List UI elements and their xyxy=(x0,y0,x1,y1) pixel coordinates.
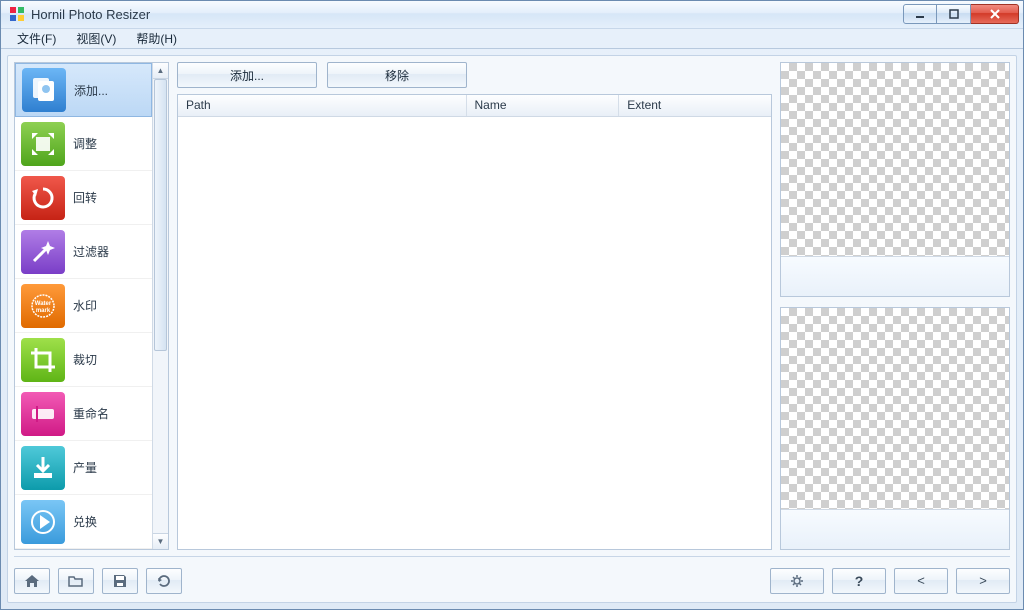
bottom-toolbar: ? < > xyxy=(14,556,1010,596)
scroll-thumb[interactable] xyxy=(154,79,167,351)
sidebar-item-label: 重命名 xyxy=(73,405,109,422)
rename-icon xyxy=(21,392,65,436)
window-title: Hornil Photo Resizer xyxy=(31,7,150,22)
minimize-icon xyxy=(915,9,925,19)
folder-open-icon xyxy=(68,574,84,588)
add-icon xyxy=(22,68,66,112)
sidebar-item-label: 过滤器 xyxy=(73,243,109,260)
sidebar-item-label: 裁切 xyxy=(73,351,97,368)
sidebar: 添加... 调整 回转 xyxy=(14,62,169,550)
next-button[interactable]: > xyxy=(956,568,1010,594)
list-header: Path Name Extent xyxy=(178,95,771,117)
filter-icon xyxy=(21,230,65,274)
preview-column xyxy=(780,62,1010,550)
menubar: 文件(F) 视图(V) 帮助(H) xyxy=(1,29,1023,49)
save-icon xyxy=(113,574,127,588)
list-body[interactable] xyxy=(178,117,771,549)
help-button[interactable]: ? xyxy=(832,568,886,594)
sidebar-scrollbar[interactable]: ▲ ▼ xyxy=(152,63,168,549)
preview-result-canvas xyxy=(781,308,1009,509)
refresh-icon xyxy=(156,574,172,588)
menu-help[interactable]: 帮助(H) xyxy=(126,29,187,48)
resize-icon xyxy=(21,122,65,166)
gear-icon xyxy=(789,574,805,588)
home-icon xyxy=(24,574,40,588)
sidebar-item-label: 水印 xyxy=(73,297,97,314)
preview-original-info xyxy=(781,256,1009,296)
file-list[interactable]: Path Name Extent xyxy=(177,94,772,550)
maximize-icon xyxy=(949,9,959,19)
app-window: Hornil Photo Resizer 文件(F) 视图(V) 帮助(H) xyxy=(0,0,1024,610)
rotate-icon xyxy=(21,176,65,220)
titlebar[interactable]: Hornil Photo Resizer xyxy=(1,1,1023,29)
column-name[interactable]: Name xyxy=(467,95,620,116)
convert-icon xyxy=(21,500,65,544)
sidebar-item-label: 产量 xyxy=(73,459,97,476)
sidebar-item-label: 兑换 xyxy=(73,513,97,530)
column-extent[interactable]: Extent xyxy=(619,95,771,116)
menu-file[interactable]: 文件(F) xyxy=(7,29,66,48)
crop-icon xyxy=(21,338,65,382)
home-button[interactable] xyxy=(14,568,50,594)
preview-result-info xyxy=(781,509,1009,549)
open-button[interactable] xyxy=(58,568,94,594)
scroll-down-button[interactable]: ▼ xyxy=(153,533,168,549)
scroll-track[interactable] xyxy=(153,79,168,533)
sidebar-list[interactable]: 添加... 调整 回转 xyxy=(15,63,152,549)
scroll-up-button[interactable]: ▲ xyxy=(153,63,168,79)
svg-text:mark: mark xyxy=(36,308,51,314)
sidebar-item-label: 调整 xyxy=(73,135,97,152)
svg-text:Water: Water xyxy=(35,301,52,307)
add-button[interactable]: 添加... xyxy=(177,62,317,88)
refresh-button[interactable] xyxy=(146,568,182,594)
sidebar-item-label: 回转 xyxy=(73,189,97,206)
prev-button[interactable]: < xyxy=(894,568,948,594)
preview-result xyxy=(780,307,1010,550)
preview-original xyxy=(780,62,1010,297)
sidebar-item-rename[interactable]: 重命名 xyxy=(15,387,152,441)
preview-original-canvas xyxy=(781,63,1009,256)
settings-button[interactable] xyxy=(770,568,824,594)
sidebar-item-rotate[interactable]: 回转 xyxy=(15,171,152,225)
sidebar-item-label: 添加... xyxy=(74,82,108,99)
client-area: 添加... 调整 回转 xyxy=(7,55,1017,603)
sidebar-item-filter[interactable]: 过滤器 xyxy=(15,225,152,279)
maximize-button[interactable] xyxy=(937,4,971,24)
watermark-icon: Watermark xyxy=(21,284,65,328)
app-icon xyxy=(9,6,25,22)
output-icon xyxy=(21,446,65,490)
sidebar-item-convert[interactable]: 兑换 xyxy=(15,495,152,549)
main-row: 添加... 调整 回转 xyxy=(14,62,1010,550)
sidebar-item-resize[interactable]: 调整 xyxy=(15,117,152,171)
menu-view[interactable]: 视图(V) xyxy=(66,29,126,48)
middle-panel: 添加... 移除 Path Name Extent xyxy=(177,62,772,550)
save-button[interactable] xyxy=(102,568,138,594)
column-path[interactable]: Path xyxy=(178,95,467,116)
sidebar-item-watermark[interactable]: Watermark 水印 xyxy=(15,279,152,333)
sidebar-item-output[interactable]: 产量 xyxy=(15,441,152,495)
window-controls xyxy=(903,4,1019,24)
action-button-row: 添加... 移除 xyxy=(177,62,772,88)
sidebar-item-add[interactable]: 添加... xyxy=(15,63,152,117)
close-icon xyxy=(989,9,1001,19)
minimize-button[interactable] xyxy=(903,4,937,24)
sidebar-item-crop[interactable]: 裁切 xyxy=(15,333,152,387)
remove-button[interactable]: 移除 xyxy=(327,62,467,88)
close-button[interactable] xyxy=(971,4,1019,24)
